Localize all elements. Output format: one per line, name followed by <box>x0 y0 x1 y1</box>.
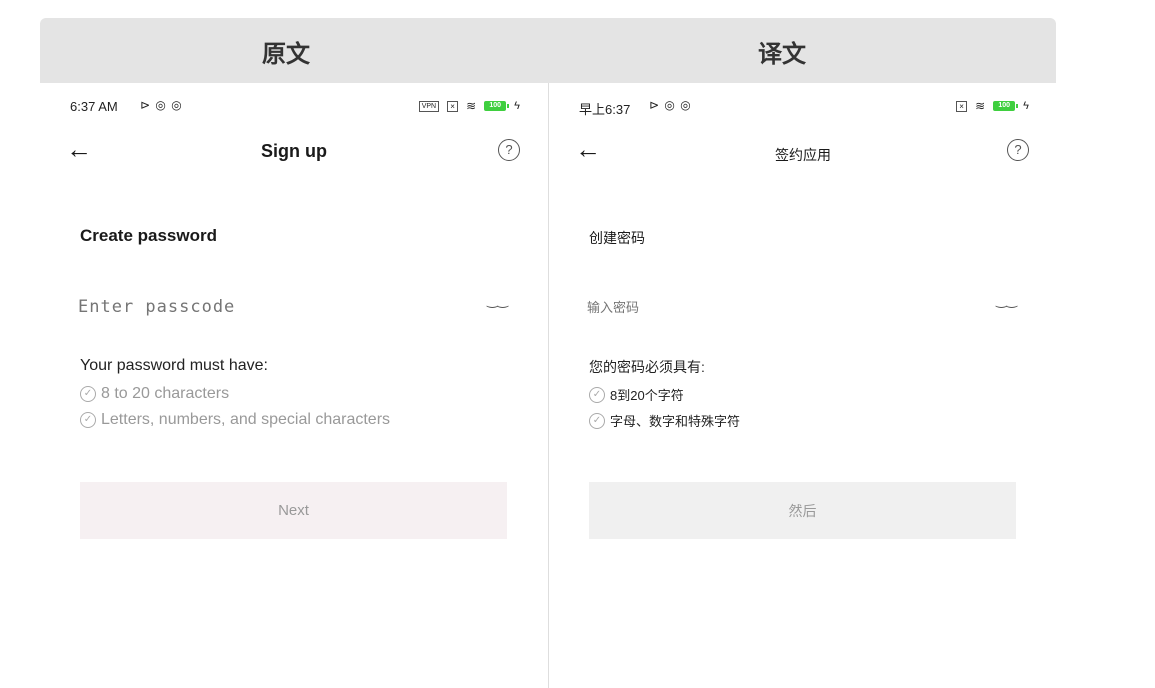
comparison-header: 原文 译文 <box>40 18 1056 83</box>
wifi-icon: ≋ <box>975 99 986 113</box>
page-title: 签约应用 <box>775 147 831 163</box>
original-screen: 6:37 AM ⊳ ◎ ◎ VPN × ≋ 100 ϟ ← Sign up ? … <box>40 83 548 688</box>
requirement-item: ✓ 8 to 20 characters <box>80 385 229 403</box>
status-time: 6:37 AM <box>70 99 118 114</box>
next-button[interactable]: 然后 <box>589 482 1016 539</box>
status-time: 早上6:37 <box>579 102 631 117</box>
wifi-icon: ≋ <box>466 99 477 113</box>
check-circle-icon: ✓ <box>80 412 96 428</box>
requirement-text: 8 to 20 characters <box>101 385 230 402</box>
password-input[interactable] <box>587 293 957 321</box>
requirements-title: 您的密码必须具有: <box>589 359 705 375</box>
next-button[interactable]: Next <box>80 482 507 539</box>
battery-icon: 100 <box>993 101 1019 111</box>
section-heading: Create password <box>80 226 217 245</box>
password-input[interactable] <box>78 293 448 321</box>
check-circle-icon: ✓ <box>80 386 96 402</box>
requirement-item: ✓ 8到20个字符 <box>589 385 684 404</box>
no-sim-icon: × <box>956 100 968 112</box>
no-sim-icon: × <box>447 100 459 112</box>
requirements-title: Your password must have: <box>80 357 268 374</box>
translation-label: 译文 <box>758 39 806 68</box>
requirement-text: 8到20个字符 <box>610 388 684 403</box>
battery-icon: 100 <box>484 101 510 111</box>
original-label: 原文 <box>262 39 310 68</box>
hide-password-icon[interactable]: ‿‿ <box>996 293 1017 309</box>
vpn-icon: VPN <box>418 100 440 112</box>
help-icon[interactable]: ? <box>1007 139 1029 161</box>
section-heading: 创建密码 <box>589 230 645 246</box>
check-circle-icon: ✓ <box>589 386 605 403</box>
check-circle-icon: ✓ <box>589 412 605 429</box>
status-indicators: VPN × ≋ 100 ϟ <box>418 99 520 113</box>
charging-icon: ϟ <box>514 100 520 112</box>
charging-icon: ϟ <box>1023 100 1029 112</box>
requirement-text: 字母、数字和特殊字符 <box>610 414 741 429</box>
comparison-frame: 原文 译文 6:37 AM ⊳ ◎ ◎ VPN × ≋ 100 ϟ ← Sign… <box>40 18 1056 688</box>
page-title: Sign up <box>261 141 327 161</box>
notification-icons: ⊳ ◎ ◎ <box>649 98 692 112</box>
help-icon[interactable]: ? <box>498 139 520 161</box>
status-bar: 6:37 AM ⊳ ◎ ◎ VPN × ≋ 100 ϟ <box>70 98 520 115</box>
status-indicators: × ≋ 100 ϟ <box>956 99 1029 113</box>
requirement-item: ✓ Letters, numbers, and special characte… <box>80 411 390 429</box>
notification-icons: ⊳ ◎ ◎ <box>140 98 183 112</box>
requirement-text: Letters, numbers, and special characters <box>101 411 391 428</box>
hide-password-icon[interactable]: ‿‿ <box>487 293 508 309</box>
translated-screen: 早上6:37 ⊳ ◎ ◎ × ≋ 100 ϟ ← 签约应用 ? 创建密码 ‿‿ … <box>549 83 1057 688</box>
requirement-item: ✓ 字母、数字和特殊字符 <box>589 411 740 430</box>
status-bar: 早上6:37 ⊳ ◎ ◎ × ≋ 100 ϟ <box>579 98 1029 117</box>
